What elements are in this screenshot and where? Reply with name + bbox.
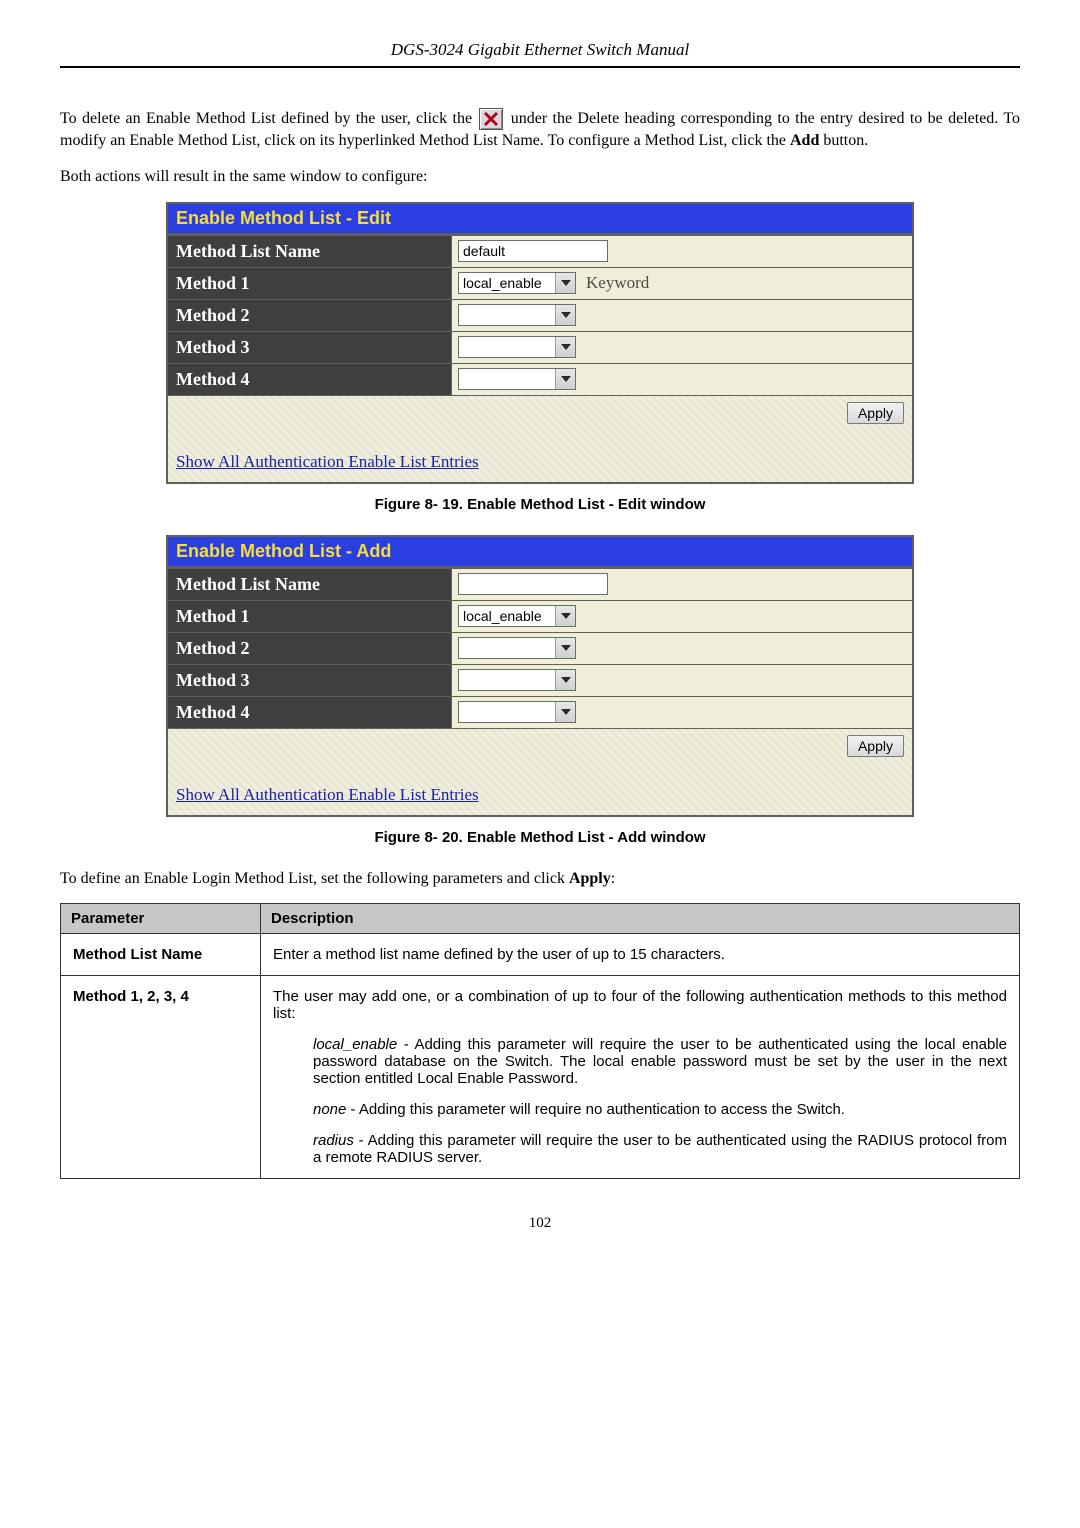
add-method2-dropdown[interactable] [458,637,576,659]
chevron-down-icon [555,273,575,293]
edit-name-label: Method List Name [168,236,452,267]
edit-method1-value: local_enable [459,273,555,293]
radius-keyword: radius [313,1132,354,1149]
method-local-enable: local_enable - Adding this parameter wil… [313,1036,1007,1087]
intro-paragraph-2: Both actions will result in the same win… [60,166,1020,188]
chevron-down-icon [555,670,575,690]
edit-method1-dropdown[interactable]: local_enable [458,272,576,294]
chevron-down-icon [555,369,575,389]
add-method4-label: Method 4 [168,697,452,728]
edit-method2-value [459,305,555,325]
edit-method3-dropdown[interactable] [458,336,576,358]
add-method2-value [459,638,555,658]
row1-desc: Enter a method list name defined by the … [261,934,1020,976]
edit-name-input[interactable] [458,240,608,262]
method-radius: radius - Adding this parameter will requ… [313,1132,1007,1166]
chevron-down-icon [555,305,575,325]
edit-method1-label: Method 1 [168,268,452,299]
chevron-down-icon [555,702,575,722]
local-enable-keyword: local_enable [313,1036,397,1053]
edit-apply-button[interactable]: Apply [847,402,904,424]
add-name-label: Method List Name [168,569,452,600]
add-word: Add [790,132,819,149]
define-a: To define an Enable Login Method List, s… [60,870,569,887]
row2-desc: The user may add one, or a combination o… [261,976,1020,1179]
table-row: Method List Name Enter a method list nam… [61,934,1020,976]
intro-p1a: To delete an Enable Method List defined … [60,110,477,127]
add-method1-label: Method 1 [168,601,452,632]
edit-show-all-link[interactable]: Show All Authentication Enable List Entr… [176,452,479,471]
enable-method-list-edit-panel: Enable Method List - Edit Method List Na… [166,202,914,484]
edit-method2-dropdown[interactable] [458,304,576,326]
edit-method4-dropdown[interactable] [458,368,576,390]
edit-method2-label: Method 2 [168,300,452,331]
enable-method-list-add-panel: Enable Method List - Add Method List Nam… [166,535,914,817]
add-show-all-link[interactable]: Show All Authentication Enable List Entr… [176,785,479,804]
none-keyword: none [313,1101,346,1118]
edit-panel-title: Enable Method List - Edit [168,204,912,235]
add-method3-dropdown[interactable] [458,669,576,691]
figure-caption-add: Figure 8- 20. Enable Method List - Add w… [60,829,1020,846]
method-none: none - Adding this parameter will requir… [313,1101,1007,1118]
chevron-down-icon [555,337,575,357]
define-paragraph: To define an Enable Login Method List, s… [60,868,1020,890]
intro-paragraph-1: To delete an Enable Method List defined … [60,108,1020,152]
parameter-table: Parameter Description Method List Name E… [60,903,1020,1179]
figure-caption-edit: Figure 8- 19. Enable Method List - Edit … [60,496,1020,513]
delete-icon [479,108,503,130]
row2-label: Method 1, 2, 3, 4 [61,976,261,1179]
intro-p1c: button. [823,132,868,149]
edit-method1-keyword: Keyword [586,273,649,293]
page-header-title: DGS-3024 Gigabit Ethernet Switch Manual [60,40,1020,68]
th-description: Description [261,904,1020,934]
table-row: Method 1, 2, 3, 4 The user may add one, … [61,976,1020,1179]
page-number: 102 [60,1215,1020,1232]
add-panel-title: Enable Method List - Add [168,537,912,568]
edit-method3-value [459,337,555,357]
add-method4-value [459,702,555,722]
row1-label: Method List Name [61,934,261,976]
chevron-down-icon [555,638,575,658]
add-method4-dropdown[interactable] [458,701,576,723]
local-enable-desc: - Adding this parameter will require the… [313,1036,1007,1087]
define-apply-word: Apply [569,870,611,887]
edit-method4-value [459,369,555,389]
th-parameter: Parameter [61,904,261,934]
add-method2-label: Method 2 [168,633,452,664]
chevron-down-icon [555,606,575,626]
add-method3-label: Method 3 [168,665,452,696]
add-method3-value [459,670,555,690]
table-header-row: Parameter Description [61,904,1020,934]
edit-method4-label: Method 4 [168,364,452,395]
radius-desc: - Adding this parameter will require the… [313,1132,1007,1166]
add-apply-button[interactable]: Apply [847,735,904,757]
none-desc: - Adding this parameter will require no … [346,1101,845,1118]
edit-method3-label: Method 3 [168,332,452,363]
add-name-input[interactable] [458,573,608,595]
add-method1-dropdown[interactable]: local_enable [458,605,576,627]
define-b: : [611,870,615,887]
add-method1-value: local_enable [459,606,555,626]
row2-intro: The user may add one, or a combination o… [273,988,1007,1022]
